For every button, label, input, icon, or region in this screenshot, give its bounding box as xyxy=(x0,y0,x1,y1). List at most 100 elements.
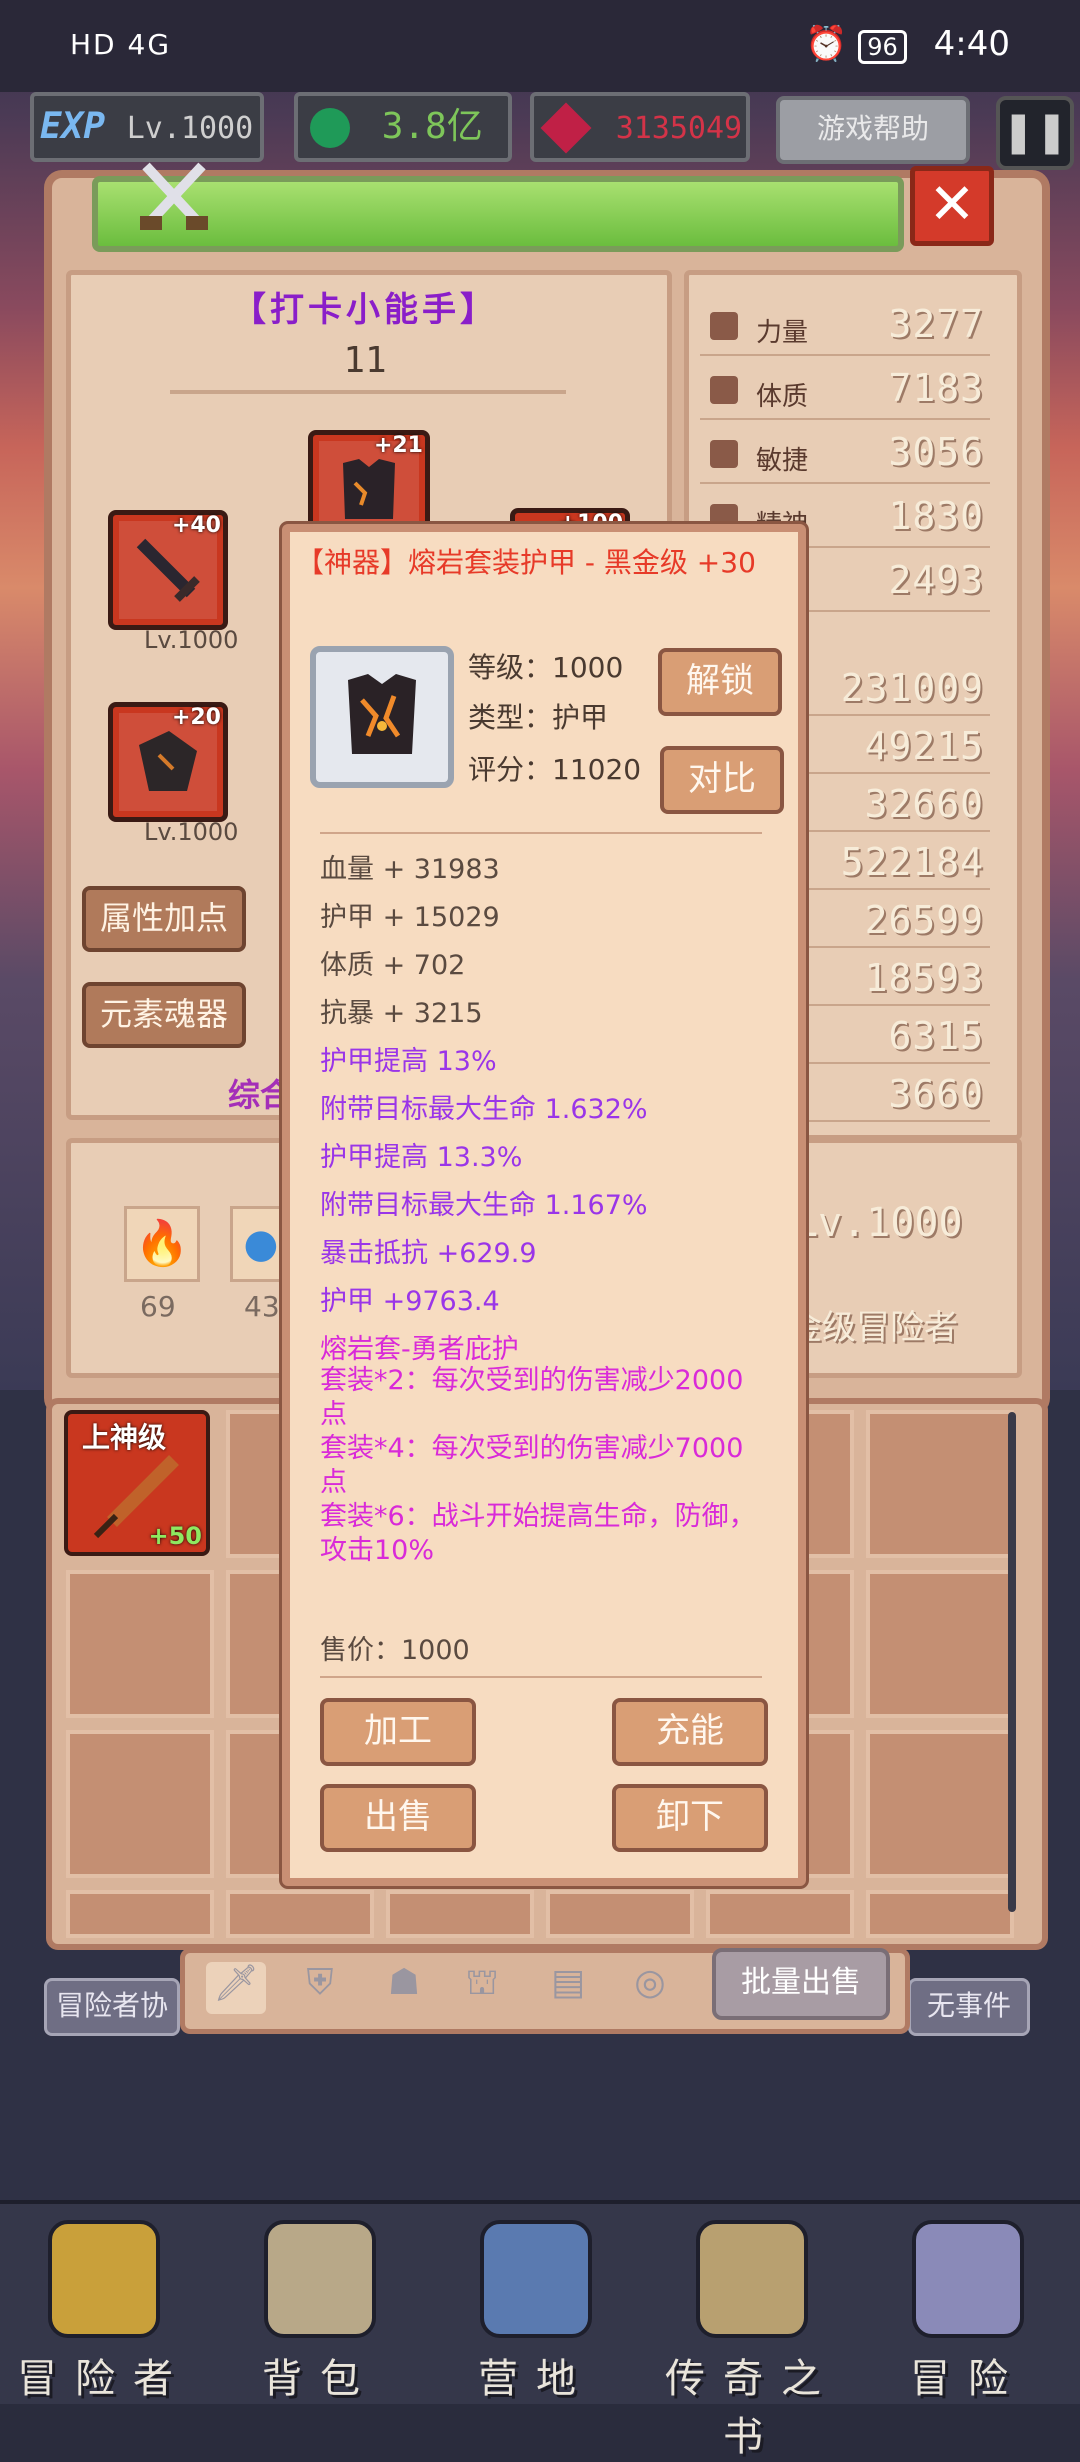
coin-amount: 3.8亿 xyxy=(381,106,483,147)
nav-backpack[interactable]: 背包 xyxy=(220,2220,420,2404)
set-effect: 套装*6：战斗开始提高生命，防御，攻击10% xyxy=(320,1501,756,1566)
stat-value: 3660 xyxy=(888,1072,984,1116)
stat-value: 26599 xyxy=(864,898,984,942)
inventory-slot[interactable] xyxy=(866,1890,1014,1938)
stat-value: 231009 xyxy=(840,666,984,710)
stat-value: 2493 xyxy=(888,558,984,602)
weapon-slot[interactable]: +40 xyxy=(108,510,228,630)
shield-tab-icon: ⛨ xyxy=(306,1962,334,2003)
attribute-points-button[interactable]: 属性加点 xyxy=(82,886,246,952)
charge-button[interactable]: 充能 xyxy=(612,1698,768,1766)
level-display: EXP Lv.1000 xyxy=(30,92,264,162)
inventory-slot[interactable] xyxy=(866,1410,1014,1558)
pants-tab-icon: ▤ xyxy=(550,1962,585,2003)
no-event-label[interactable]: 无事件 xyxy=(908,1978,1030,2036)
title-divider xyxy=(170,390,566,394)
tab-ring[interactable]: ◎ xyxy=(620,1962,680,2014)
tab-weapon[interactable]: 🗡 xyxy=(206,1962,266,2014)
lava-armor-icon xyxy=(348,674,416,754)
close-button[interactable]: ✕ xyxy=(910,166,994,246)
rank-level: Lv.1000 xyxy=(794,1200,963,1246)
stat-value: 1830 xyxy=(888,494,984,538)
item-level: 等级：1000 xyxy=(468,651,624,684)
stat-label: 敏捷 xyxy=(756,446,809,476)
stat-value: 7183 xyxy=(888,366,984,410)
bonus-attribute: 附带目标最大生命 1.167% xyxy=(320,1190,648,1221)
nav-label: 营地 xyxy=(478,2356,594,2402)
adventurer-guild-label[interactable]: 冒险者协 xyxy=(44,1978,180,2036)
ring-tab-icon: ◎ xyxy=(634,1962,666,2003)
pause-button[interactable]: ❚❚ xyxy=(996,96,1074,170)
set-effect: 套装*4：每次受到的伤害减少7000点 xyxy=(320,1433,744,1498)
close-icon: ✕ xyxy=(928,172,976,237)
inventory-slot[interactable] xyxy=(66,1570,214,1718)
stat-row: 体质 7183 xyxy=(700,366,990,420)
stat-value: 522184 xyxy=(840,840,984,884)
exp-icon: EXP xyxy=(40,106,106,147)
unlock-button[interactable]: 解锁 xyxy=(658,648,782,716)
game-help-button[interactable]: 游戏帮助 xyxy=(776,96,970,164)
tab-armor[interactable]: ⛨ xyxy=(290,1962,350,2014)
unequip-button[interactable]: 卸下 xyxy=(612,1784,768,1852)
network-indicators: HD 4G xyxy=(70,28,172,61)
inventory-item-sword[interactable]: 上神级 +50 xyxy=(64,1410,210,1556)
glove-slot[interactable]: +20 xyxy=(108,702,228,822)
popup-divider-top xyxy=(320,832,762,834)
coin-display: 3.8亿 xyxy=(294,92,512,162)
gem-display: 3135049 xyxy=(530,92,750,162)
inventory-slot[interactable] xyxy=(546,1890,694,1938)
tab-pants[interactable]: ▤ xyxy=(538,1962,598,2014)
item-plus: +50 xyxy=(148,1522,202,1550)
batch-sell-button[interactable]: 批量出售 xyxy=(712,1948,890,2020)
stat-value: 49215 xyxy=(864,724,984,768)
character-title: 【打卡小能手】 xyxy=(232,290,498,330)
compare-button[interactable]: 对比 xyxy=(660,746,784,814)
nav-book[interactable]: 传奇之书 xyxy=(652,2220,852,2462)
fire-element-icon: 🔥 xyxy=(134,1218,190,1269)
heart-icon xyxy=(710,376,738,404)
inventory-slot[interactable] xyxy=(706,1890,854,1938)
inventory-scrollbar[interactable] xyxy=(1008,1412,1016,1912)
fire-element-count: 69 xyxy=(140,1290,176,1323)
sword-tab-icon: 🗡 xyxy=(213,1963,259,2004)
inventory-slot[interactable] xyxy=(66,1890,214,1938)
water-element-count: 43 xyxy=(244,1290,280,1323)
element-soul-button[interactable]: 元素魂器 xyxy=(82,982,246,1048)
base-attribute: 体质 + 702 xyxy=(320,950,466,981)
lava-armor-icon xyxy=(343,459,395,519)
item-type: 类型：护甲 xyxy=(468,701,609,734)
bonus-attribute: 附带目标最大生命 1.632% xyxy=(320,1094,648,1125)
glove-plus: +20 xyxy=(171,705,221,730)
alarm-icon: ⏰ xyxy=(805,24,848,64)
nav-banner[interactable]: 营地 xyxy=(436,2220,636,2404)
gem-amount: 3135049 xyxy=(615,111,743,146)
inventory-slot[interactable] xyxy=(386,1890,534,1938)
stat-row: 敏捷 3056 xyxy=(700,430,990,484)
stat-value: 18593 xyxy=(864,956,984,1000)
stat-value: 3056 xyxy=(888,430,984,474)
book-icon xyxy=(696,2220,808,2338)
weapon-level: Lv.1000 xyxy=(144,626,239,654)
set-effect: 套装*2：每次受到的伤害减少2000点 xyxy=(320,1365,744,1430)
bonus-attribute: 护甲提高 13.3% xyxy=(320,1142,523,1173)
inventory-slot[interactable] xyxy=(866,1730,1014,1878)
item-score: 评分：11020 xyxy=(468,753,642,786)
inventory-slot[interactable] xyxy=(226,1890,374,1938)
tab-helmet[interactable]: ☗ xyxy=(374,1962,434,2014)
inventory-slot[interactable] xyxy=(66,1730,214,1878)
base-attribute: 血量 + 31983 xyxy=(320,854,500,885)
process-button[interactable]: 加工 xyxy=(320,1698,476,1766)
ruby-icon xyxy=(540,102,592,154)
status-right: ⏰ 96 4:40 xyxy=(805,24,1010,64)
nav-helmet[interactable]: 冒险者 xyxy=(4,2220,204,2404)
nav-label: 背包 xyxy=(262,2356,378,2402)
water-element-icon: ● xyxy=(243,1221,279,1267)
fire-element-slot[interactable]: 🔥 xyxy=(124,1206,200,1282)
tab-chest[interactable]: ⛫ xyxy=(452,1962,512,2014)
base-attribute: 抗暴 + 3215 xyxy=(320,998,483,1029)
emerald-icon xyxy=(310,108,350,148)
nav-sword[interactable]: 冒险 xyxy=(868,2220,1068,2404)
sell-button[interactable]: 出售 xyxy=(320,1784,476,1852)
item-name: 【神器】熔岩套装护甲 - 黑金级 +30 xyxy=(296,546,756,579)
inventory-slot[interactable] xyxy=(866,1570,1014,1718)
